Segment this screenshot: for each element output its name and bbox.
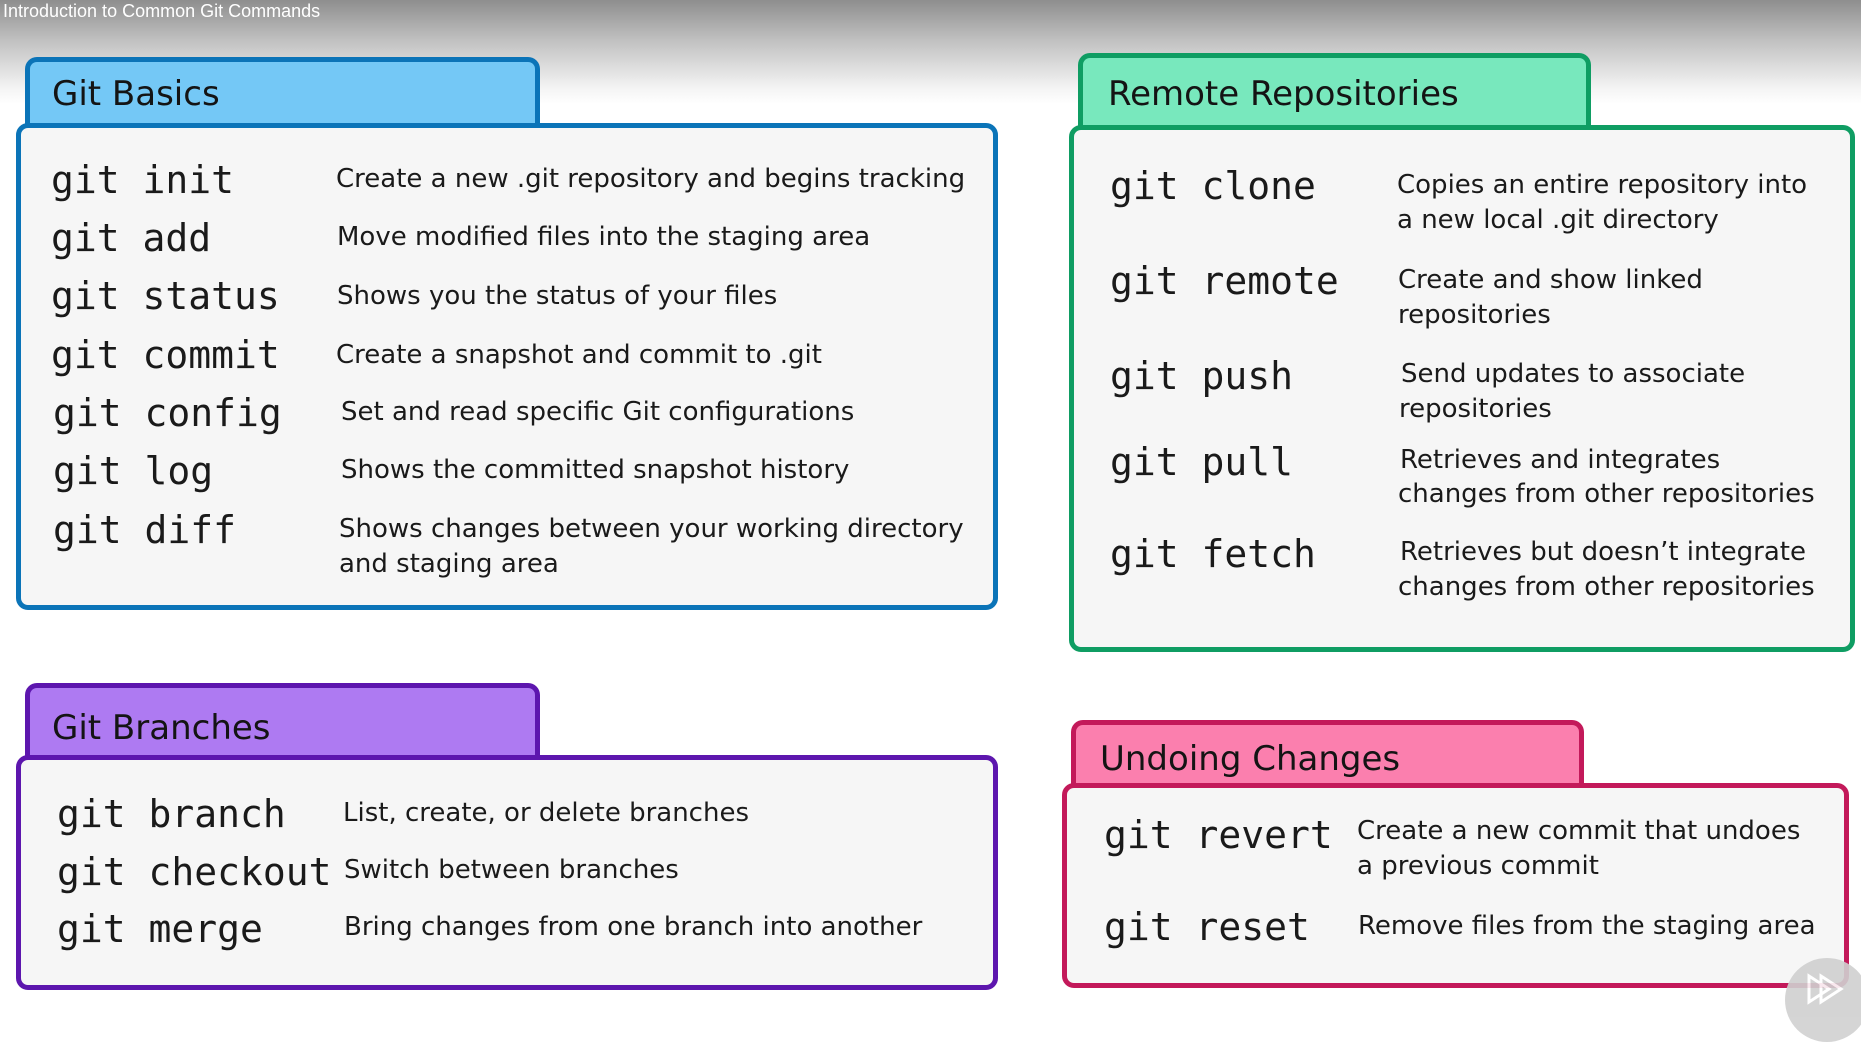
command-git-branch: git branch xyxy=(57,792,286,836)
description-git-revert-line2: a previous commit xyxy=(1357,851,1599,881)
command-git-clone: git clone xyxy=(1110,164,1316,208)
command-git-remote: git remote xyxy=(1110,259,1339,303)
command-git-reset: git reset xyxy=(1104,905,1310,949)
description-git-remote-line1: Create and show linked xyxy=(1398,265,1703,295)
command-git-revert: git revert xyxy=(1104,813,1333,857)
video-title: Introduction to Common Git Commands xyxy=(3,1,321,21)
command-git-fetch: git fetch xyxy=(1110,532,1316,576)
command-git-status: git status xyxy=(51,274,280,318)
command-git-log: git log xyxy=(53,449,214,493)
git-basics-title: Git Basics xyxy=(52,74,220,114)
description-git-log: Shows the committed snapshot history xyxy=(341,455,850,485)
play-icon xyxy=(1807,973,1844,1005)
command-git-add: git add xyxy=(51,216,212,260)
command-git-pull: git pull xyxy=(1110,440,1294,484)
description-git-diff-line1: Shows changes between your working direc… xyxy=(339,514,964,544)
description-git-pull-line1: Retrieves and integrates xyxy=(1400,445,1721,475)
description-git-commit: Create a snapshot and commit to .git xyxy=(336,340,822,370)
command-git-merge: git merge xyxy=(57,907,263,951)
command-git-push: git push xyxy=(1110,354,1294,398)
command-git-init: git init xyxy=(51,158,235,202)
description-git-fetch-line2: changes from other repositories xyxy=(1398,572,1815,602)
git-branches-title: Git Branches xyxy=(52,708,271,748)
command-git-checkout: git checkout xyxy=(57,850,332,894)
remote-repositories-box: git clone Copies an entire repository in… xyxy=(1069,125,1855,652)
description-git-push-line1: Send updates to associate xyxy=(1401,359,1746,389)
description-git-config: Set and read specific Git configurations xyxy=(341,397,855,427)
remote-repositories-tab: Remote Repositories xyxy=(1078,53,1591,129)
git-branches-box: git branch List, create, or delete branc… xyxy=(16,755,998,990)
remote-repositories-title: Remote Repositories xyxy=(1108,74,1459,114)
description-git-fetch-line1: Retrieves but doesn’t integrate xyxy=(1400,537,1806,567)
description-git-push-line2: repositories xyxy=(1399,394,1552,424)
description-git-checkout: Switch between branches xyxy=(344,855,679,885)
description-git-status: Shows you the status of your files xyxy=(337,281,778,311)
command-git-commit: git commit xyxy=(51,333,280,377)
undoing-changes-box: git revert Create a new commit that undo… xyxy=(1062,783,1849,988)
description-git-clone-line2: a new local .git directory xyxy=(1397,205,1719,235)
command-git-config: git config xyxy=(53,391,282,435)
command-git-diff: git diff xyxy=(53,508,237,552)
description-git-revert-line1: Create a new commit that undoes xyxy=(1357,816,1801,846)
git-basics-tab: Git Basics xyxy=(25,57,540,127)
description-git-merge: Bring changes from one branch into anoth… xyxy=(344,912,923,942)
play-button[interactable] xyxy=(1785,958,1861,1042)
description-git-reset: Remove files from the staging area xyxy=(1358,911,1816,941)
description-git-clone-line1: Copies an entire repository into xyxy=(1397,170,1808,200)
git-basics-box: git init Create a new .git repository an… xyxy=(16,123,998,610)
description-git-pull-line2: changes from other repositories xyxy=(1398,479,1815,509)
description-git-remote-line2: repositories xyxy=(1398,300,1551,330)
undoing-changes-tab: Undoing Changes xyxy=(1071,720,1584,788)
description-git-branch: List, create, or delete branches xyxy=(343,798,749,828)
git-branches-tab: Git Branches xyxy=(25,683,540,759)
description-git-diff-line2: and staging area xyxy=(339,549,559,579)
description-git-init: Create a new .git repository and begins … xyxy=(336,164,966,194)
undoing-changes-title: Undoing Changes xyxy=(1100,739,1401,779)
description-git-add: Move modified files into the staging are… xyxy=(337,222,871,252)
